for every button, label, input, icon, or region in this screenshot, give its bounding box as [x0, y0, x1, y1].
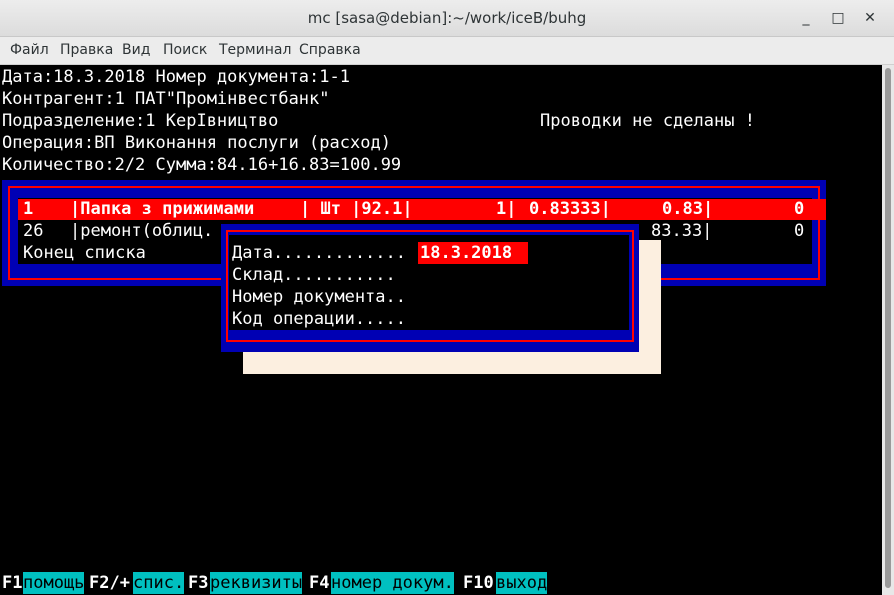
warehouse-field[interactable]: Склад...........	[232, 264, 396, 286]
close-button[interactable]: ✕	[861, 9, 879, 27]
date-label: Дата.............	[232, 243, 406, 263]
row1-unit-price: | Шт |92.1|	[300, 199, 413, 219]
row2-name[interactable]: |ремонт(облиц.	[70, 221, 213, 242]
header-date-docnum: Дата:18.3.2018 Номер документа:1-1	[2, 67, 350, 87]
list-end-label: Конец списка	[23, 243, 146, 263]
window-titlebar[interactable]: mc [sasa@debian]:~/work/iceB/buhg _ □ ✕	[0, 0, 894, 37]
minimize-button[interactable]: _	[797, 9, 815, 27]
fkey-f4-label[interactable]: номер докум.	[331, 572, 454, 594]
postings-status: Проводки не сделаны !	[540, 111, 755, 131]
fkey-f10-label[interactable]: выход	[496, 572, 548, 594]
date-field[interactable]: 18.3.2018	[420, 242, 512, 264]
fkey-f3-label[interactable]: реквизиты	[210, 572, 303, 594]
row1-sum: 0.83|	[662, 199, 714, 219]
menu-edit[interactable]: Правка	[60, 42, 113, 58]
menu-help[interactable]: Справка	[299, 42, 361, 58]
window-title: mc [sasa@debian]:~/work/iceB/buhg	[307, 9, 587, 27]
fkey-f10[interactable]: F10	[463, 572, 494, 594]
menu-search[interactable]: Поиск	[163, 42, 207, 58]
row1-price: 0.83333|	[529, 199, 611, 219]
fkey-f2-label[interactable]: спис.	[133, 572, 185, 594]
scrollbar-thumb[interactable]	[885, 68, 891, 588]
row1-last: 0	[794, 199, 805, 219]
header-counterparty: Контрагент:1 ПАТ"Промінвестбанк"	[2, 89, 330, 109]
fkey-f4[interactable]: F4	[309, 572, 330, 594]
fkey-f3[interactable]: F3	[188, 572, 209, 594]
row2-code[interactable]: 26	[23, 221, 43, 242]
row1-name: |Папка з прижимами	[70, 199, 255, 219]
row1-qty: 1|	[496, 199, 517, 219]
maximize-button[interactable]: □	[829, 9, 847, 27]
row2-sum: 83.33|	[651, 221, 713, 241]
row2-last: 0	[794, 221, 805, 241]
menu-bar: Файл Правка Вид Поиск Терминал Справка	[0, 37, 894, 65]
document-number-field[interactable]: Номер документа..	[232, 286, 406, 308]
fkey-f2[interactable]: F2/+	[89, 572, 130, 594]
menu-file[interactable]: Файл	[10, 42, 49, 58]
row1-code: 1	[23, 199, 34, 219]
header-quantity-sum: Количество:2/2 Сумма:84.16+16.83=100.99	[2, 155, 402, 175]
menu-terminal[interactable]: Терминал	[219, 42, 291, 58]
fkey-f1-label[interactable]: помощь	[23, 572, 85, 594]
header-operation: Операция:ВП Виконання послуги (расход)	[2, 133, 391, 153]
fkey-f1[interactable]: F1	[2, 572, 23, 594]
menu-view[interactable]: Вид	[122, 42, 150, 58]
header-department: Подразделение:1 КерІвництво	[2, 111, 279, 131]
operation-code-field[interactable]: Код операции.....	[232, 308, 406, 330]
